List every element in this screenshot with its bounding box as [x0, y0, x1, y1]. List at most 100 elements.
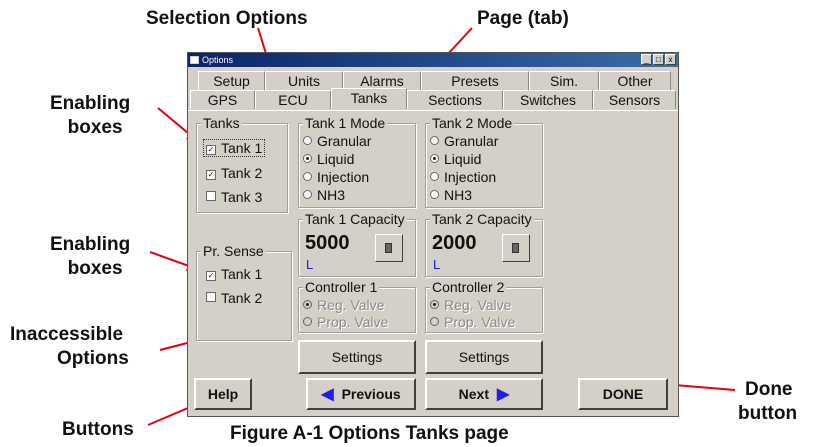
checkbox-label: Tank 2 [221, 290, 263, 306]
tank2-keypad-button[interactable] [502, 234, 530, 262]
tank1-mode-liquid[interactable]: Liquid [303, 151, 354, 167]
pr-sense-group: Pr. Sense ✓ Tank 1 Tank 2 [196, 243, 292, 341]
callout-text: Enabling [50, 234, 131, 255]
controller2-group: Controller 2 Reg. Valve Prop. Valve [425, 279, 543, 333]
group-title: Tank 2 Capacity [430, 211, 534, 227]
radio-icon [303, 172, 312, 181]
tank1-capacity-unit: L [306, 257, 314, 272]
callout-inaccessible-options: Inaccessible Options [10, 323, 129, 371]
radio-label: Reg. Valve [317, 297, 385, 313]
group-title: Controller 2 [430, 279, 507, 295]
maximize-button[interactable]: □ [653, 54, 664, 65]
tank2-mode-injection[interactable]: Injection [430, 169, 496, 185]
checkbox-label: Tank 3 [221, 189, 263, 205]
tank1-mode-granular[interactable]: Granular [303, 133, 371, 149]
tank2-capacity-value: 2000 [432, 232, 477, 254]
radio-label: Granular [317, 133, 372, 149]
group-title: Tank 1 Capacity [303, 211, 407, 227]
radio-label: Reg. Valve [444, 297, 512, 313]
calculator-icon [385, 243, 392, 253]
group-title: Tank 1 Mode [303, 115, 388, 131]
radio-label: Liquid [444, 151, 482, 167]
checkbox-label: Tank 2 [221, 165, 263, 181]
tank2-mode-group: Tank 2 Mode Granular Liquid Injection NH… [425, 115, 543, 208]
arrow-right-icon: ▶ [497, 386, 510, 403]
radio-label: Granular [444, 133, 499, 149]
radio-icon [303, 317, 312, 326]
tab-presets[interactable]: Presets [421, 71, 529, 90]
tank2-checkbox[interactable]: ✓ Tank 2 [206, 165, 262, 181]
radio-icon [430, 136, 439, 145]
callout-text: Options [57, 348, 129, 369]
callout-selection-options: Selection Options [146, 8, 308, 29]
next-button[interactable]: Next ▶ [425, 378, 543, 410]
tanks-group: Tanks ✓ Tank 1 ✓ Tank 2 Tank 3 [196, 115, 288, 213]
pr-sense-tank2-checkbox[interactable]: Tank 2 [206, 290, 262, 306]
minimize-button[interactable]: _ [641, 54, 652, 65]
tanks-page: Tanks ✓ Tank 1 ✓ Tank 2 Tank 3 Tank 1 Mode… [188, 110, 678, 413]
controller1-group: Controller 1 Reg. Valve Prop. Valve [298, 279, 416, 333]
checkbox-unchecked-icon [206, 191, 216, 201]
tank1-mode-nh3[interactable]: NH3 [303, 187, 345, 203]
tab-ecu[interactable]: ECU [255, 90, 331, 109]
tank3-checkbox[interactable]: Tank 3 [206, 189, 262, 205]
options-window: Options _ □ x Setup Units Alarms Presets… [187, 52, 679, 417]
radio-selected-icon [303, 154, 312, 163]
close-button[interactable]: x [665, 54, 676, 65]
radio-label: Liquid [317, 151, 355, 167]
tank1-mode-group: Tank 1 Mode Granular Liquid Injection NH… [298, 115, 416, 208]
figure-caption: Figure A-1 Options Tanks page [230, 423, 509, 444]
callout-buttons: Buttons [62, 419, 134, 440]
tank2-mode-nh3[interactable]: NH3 [430, 187, 472, 203]
callout-text: button [738, 403, 798, 424]
group-title: Controller 1 [303, 279, 380, 295]
checkbox-checked-icon: ✓ [206, 145, 216, 155]
controller1-settings-button[interactable]: Settings [298, 340, 416, 374]
radio-label: Prop. Valve [317, 314, 389, 330]
radio-label: NH3 [444, 187, 473, 203]
controller1-reg-valve: Reg. Valve [303, 297, 384, 313]
tab-sections[interactable]: Sections [407, 90, 503, 109]
tank1-checkbox[interactable]: ✓ Tank 1 [203, 139, 266, 157]
callout-enabling-boxes-2: Enabling boxes [50, 233, 130, 281]
tank2-mode-liquid[interactable]: Liquid [430, 151, 481, 167]
tab-sim[interactable]: Sim. [529, 71, 599, 90]
callout-text: boxes [67, 117, 123, 138]
callout-text: boxes [67, 258, 123, 279]
radio-label: Prop. Valve [444, 314, 516, 330]
app-icon [190, 56, 199, 64]
group-title: Tanks [201, 115, 242, 131]
radio-icon [430, 172, 439, 181]
radio-icon [303, 136, 312, 145]
tab-gps[interactable]: GPS [190, 90, 255, 109]
tank1-keypad-button[interactable] [375, 234, 403, 262]
done-button[interactable]: DONE [578, 378, 668, 410]
tank2-mode-granular[interactable]: Granular [430, 133, 498, 149]
tab-sensors[interactable]: Sensors [593, 90, 676, 109]
tank2-capacity-unit: L [433, 257, 441, 272]
button-label: Previous [341, 386, 401, 402]
radio-label: Injection [444, 169, 497, 185]
checkbox-checked-icon: ✓ [206, 170, 216, 180]
controller2-settings-button[interactable]: Settings [425, 340, 543, 374]
tab-tanks[interactable]: Tanks [331, 88, 407, 109]
radio-selected-icon [303, 300, 312, 309]
group-title: Pr. Sense [201, 243, 266, 259]
checkbox-unchecked-icon [206, 292, 216, 302]
tab-setup[interactable]: Setup [198, 71, 265, 90]
callout-enabling-boxes-1: Enabling boxes [50, 92, 130, 140]
callout-text: Enabling [50, 93, 131, 114]
pr-sense-tank1-checkbox[interactable]: ✓ Tank 1 [206, 266, 262, 282]
previous-button[interactable]: ◀ Previous [306, 378, 416, 410]
tab-other[interactable]: Other [599, 71, 671, 90]
controller2-prop-valve: Prop. Valve [430, 314, 515, 330]
controller1-prop-valve: Prop. Valve [303, 314, 388, 330]
tank2-capacity-group: Tank 2 Capacity 2000 L [425, 211, 543, 277]
tank1-mode-injection[interactable]: Injection [303, 169, 369, 185]
radio-icon [430, 190, 439, 199]
help-button[interactable]: Help [194, 378, 252, 410]
window-title: Options [202, 55, 234, 65]
tab-switches[interactable]: Switches [503, 90, 593, 109]
radio-label: NH3 [317, 187, 346, 203]
checkbox-label: Tank 1 [221, 140, 263, 156]
